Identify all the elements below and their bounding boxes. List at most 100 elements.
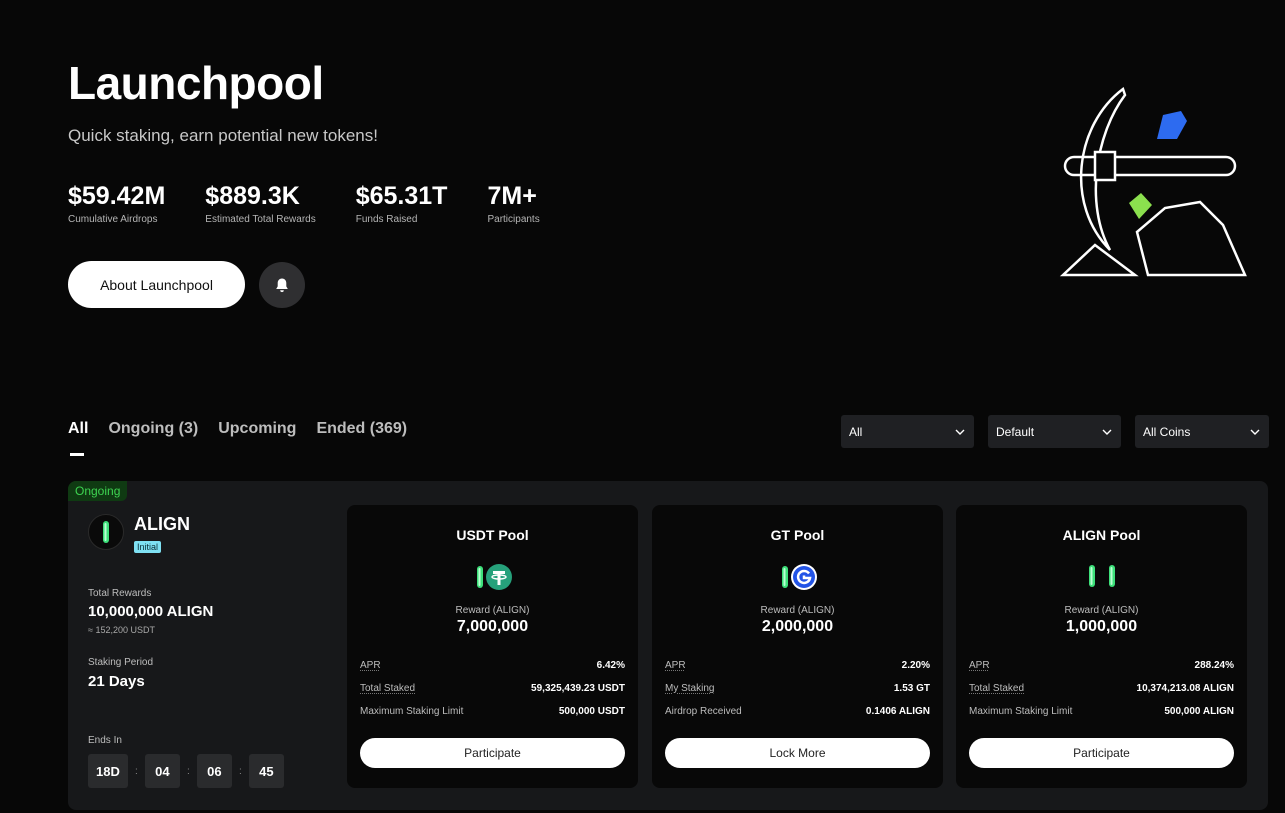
token-name: ALIGN xyxy=(134,514,190,534)
staking-period-value: 21 Days xyxy=(88,673,145,690)
pool-reward-value: 1,000,000 xyxy=(1065,618,1138,635)
pool-row-apr: APR 288.24% xyxy=(969,660,1234,671)
pool-card-usdt: USDT Pool Reward (ALIGN) 7,000,000 APR 6.… xyxy=(347,505,638,788)
row-value: 500,000 USDT xyxy=(558,706,625,717)
select-value: Default xyxy=(996,424,1035,439)
usdt-token-icon xyxy=(485,564,512,590)
row-value: 10,374,213.08 ALIGN xyxy=(1136,683,1234,694)
chevron-down-icon xyxy=(1250,429,1260,435)
align-token-icon xyxy=(476,566,483,588)
pool-row-apr: APR 2.20% xyxy=(665,660,930,671)
pool-row-max-limit: Maximum Staking Limit 500,000 ALIGN xyxy=(969,706,1234,717)
stat-value: $889.3K xyxy=(205,182,300,210)
stat-value: $65.31T xyxy=(355,182,448,210)
status-badge: Ongoing xyxy=(68,481,128,501)
pool-reward-value: 2,000,000 xyxy=(761,618,834,635)
lock-more-button[interactable]: Lock More xyxy=(665,738,930,768)
countdown-separator: : xyxy=(134,765,138,777)
row-label: My Staking xyxy=(665,683,715,694)
stats-row: $59.42M Cumulative Airdrops $889.3K Esti… xyxy=(68,182,580,225)
participate-button[interactable]: Participate xyxy=(360,738,625,768)
align-token-icon xyxy=(1088,565,1095,587)
stat-label: Funds Raised xyxy=(355,214,418,225)
pool-reward-label: Reward (ALIGN) xyxy=(1064,605,1139,616)
row-value: 1.53 GT xyxy=(893,683,930,694)
pool-card-align: ALIGN Pool Reward (ALIGN) 1,000,000 APR 2… xyxy=(956,505,1247,788)
staking-period-label: Staking Period xyxy=(88,657,154,668)
countdown-minutes: 06 xyxy=(196,754,232,788)
tab-ongoing[interactable]: Ongoing (3) xyxy=(108,420,198,438)
row-label: APR xyxy=(969,660,990,671)
launchpool-page: Launchpool Quick staking, earn potential… xyxy=(0,0,1285,813)
row-label: APR xyxy=(665,660,686,671)
row-label: Total Staked xyxy=(360,683,416,694)
pool-row-total-staked: Total Staked 59,325,439.23 USDT xyxy=(360,683,625,694)
initial-badge: Initial xyxy=(134,541,162,553)
stat-label: Cumulative Airdrops xyxy=(68,214,158,225)
filter-select-type[interactable]: All xyxy=(841,415,974,448)
pool-token-icons xyxy=(652,564,943,590)
tab-upcoming[interactable]: Upcoming xyxy=(218,420,296,438)
stat-label: Participants xyxy=(487,214,540,225)
filter-select-sort[interactable]: Default xyxy=(988,415,1121,448)
total-rewards-usd: ≈ 152,200 USDT xyxy=(88,625,155,635)
gt-token-icon xyxy=(790,564,817,590)
pool-token-icons xyxy=(347,564,638,590)
pool-reward-label: Reward (ALIGN) xyxy=(455,605,530,616)
pool-title: ALIGN Pool xyxy=(1062,527,1141,543)
align-token-icon xyxy=(88,514,124,550)
countdown-seconds: 45 xyxy=(248,754,284,788)
participate-button[interactable]: Participate xyxy=(969,738,1234,768)
stat-estimated-total-rewards: $889.3K Estimated Total Rewards xyxy=(205,182,315,225)
countdown-timer: 18D : 04 : 06 : 45 xyxy=(88,754,284,788)
stat-participants: 7M+ Participants xyxy=(487,182,539,225)
row-label: APR xyxy=(360,660,381,671)
countdown-hours: 04 xyxy=(144,754,180,788)
tab-label: All xyxy=(68,420,89,437)
row-value: 59,325,439.23 USDT xyxy=(531,683,625,694)
pool-title: USDT Pool xyxy=(456,527,529,543)
pool-reward-label: Reward (ALIGN) xyxy=(760,605,835,616)
align-token-icon xyxy=(781,566,788,588)
filter-select-coins[interactable]: All Coins xyxy=(1135,415,1269,448)
pool-row-apr: APR 6.42% xyxy=(360,660,625,671)
pickaxe-illustration xyxy=(1059,86,1247,277)
countdown-separator: : xyxy=(238,765,242,777)
tab-ended[interactable]: Ended (369) xyxy=(316,420,407,438)
project-card: Ongoing ALIGN Initial Total Rewards 10,0… xyxy=(68,481,1268,810)
page-subtitle: Quick staking, earn potential new tokens… xyxy=(68,126,378,145)
pool-row-my-staking: My Staking 1.53 GT xyxy=(665,683,930,694)
page-title: Launchpool xyxy=(68,57,324,109)
stat-value: $59.42M xyxy=(68,182,166,210)
row-label: Total Staked xyxy=(969,683,1025,694)
row-value: 6.42% xyxy=(596,660,625,671)
ends-in-label: Ends In xyxy=(88,735,122,746)
row-label: Maximum Staking Limit xyxy=(969,706,1073,717)
pool-reward-value: 7,000,000 xyxy=(456,618,529,635)
notification-button[interactable] xyxy=(259,262,305,308)
stat-label: Estimated Total Rewards xyxy=(205,214,316,225)
countdown-separator: : xyxy=(186,765,190,777)
stat-cumulative-airdrops: $59.42M Cumulative Airdrops xyxy=(68,182,165,225)
row-value: 288.24% xyxy=(1194,660,1234,671)
filter-selects: All Default All Coins xyxy=(841,415,1269,448)
chevron-down-icon xyxy=(1102,429,1112,435)
pool-row-total-staked: Total Staked 10,374,213.08 ALIGN xyxy=(969,683,1234,694)
pool-row-airdrop-received: Airdrop Received 0.1406 ALIGN xyxy=(665,706,930,717)
countdown-days: 18D xyxy=(88,754,128,788)
row-value: 2.20% xyxy=(901,660,930,671)
stat-funds-raised: $65.31T Funds Raised xyxy=(356,182,448,225)
about-launchpool-button[interactable]: About Launchpool xyxy=(68,261,245,308)
row-label: Maximum Staking Limit xyxy=(360,706,464,717)
pool-title: GT Pool xyxy=(770,527,825,543)
align-token-icon xyxy=(1108,565,1115,587)
active-tab-indicator xyxy=(70,453,84,456)
tab-all[interactable]: All xyxy=(68,420,89,456)
bell-icon xyxy=(276,278,288,292)
chevron-down-icon xyxy=(955,429,965,435)
row-value: 500,000 ALIGN xyxy=(1164,706,1234,717)
pool-row-max-limit: Maximum Staking Limit 500,000 USDT xyxy=(360,706,625,717)
total-rewards-label: Total Rewards xyxy=(88,588,152,599)
stat-value: 7M+ xyxy=(487,182,537,210)
status-tabs: All Ongoing (3) Upcoming Ended (369) xyxy=(68,420,427,456)
